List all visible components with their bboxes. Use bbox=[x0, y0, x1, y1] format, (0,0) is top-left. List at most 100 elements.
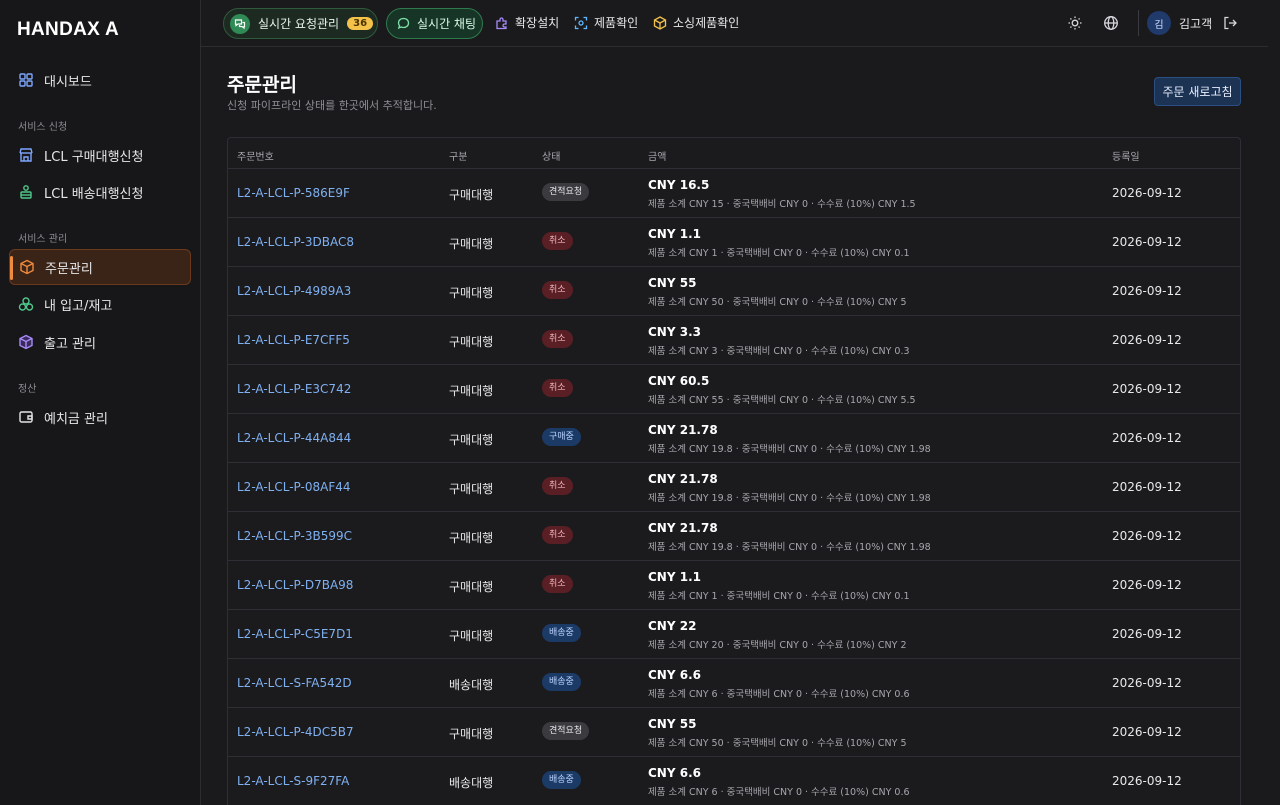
realtime-requests-button[interactable]: 실시간 요청관리 36 bbox=[223, 8, 378, 39]
registered-date: 2026-09-12 bbox=[1112, 529, 1182, 543]
sidebar-item-orders[interactable]: 주문관리 bbox=[9, 249, 191, 285]
amount-cell: CNY 21.78 제품 소계 CNY 19.8 · 중국택배비 CNY 0 · … bbox=[648, 472, 931, 504]
realtime-chat-button[interactable]: 실시간 채팅 bbox=[386, 8, 483, 39]
sidebar-item-deposit[interactable]: 예치금 관리 bbox=[9, 399, 191, 435]
order-type: 배송대행 bbox=[449, 776, 494, 790]
amount-cell: CNY 6.6 제품 소계 CNY 6 · 중국택배비 CNY 0 · 수수료 (… bbox=[648, 668, 910, 700]
amount-cell: CNY 21.78 제품 소계 CNY 19.8 · 중국택배비 CNY 0 · … bbox=[648, 423, 931, 455]
boxes-stack-icon bbox=[18, 296, 34, 312]
registered-date: 2026-09-12 bbox=[1112, 578, 1182, 592]
sourcing-check-link[interactable]: 소싱제품확인 bbox=[653, 14, 739, 31]
amount-cell: CNY 3.3 제품 소계 CNY 3 · 중국택배비 CNY 0 · 수수료 (… bbox=[648, 325, 910, 357]
order-type: 구매대행 bbox=[449, 237, 494, 251]
amount-breakdown: 제품 소계 CNY 15 · 중국택배비 CNY 0 · 수수료 (10%) C… bbox=[648, 199, 916, 210]
amount-cell: CNY 1.1 제품 소계 CNY 1 · 중국택배비 CNY 0 · 수수료 (… bbox=[648, 227, 910, 259]
amount-cell: CNY 55 제품 소계 CNY 50 · 중국택배비 CNY 0 · 수수료 (… bbox=[648, 276, 907, 308]
product-check-link[interactable]: 제품확인 bbox=[574, 14, 638, 31]
extension-install-link[interactable]: 확장설치 bbox=[495, 14, 559, 31]
topbar-divider bbox=[1138, 10, 1139, 36]
table-row[interactable]: L2-A-LCL-P-C5E7D1 구매대행 배송중 CNY 22 제품 소계 CNY … bbox=[228, 610, 1240, 659]
order-id-link[interactable]: L2-A-LCL-P-44A844 bbox=[237, 431, 351, 445]
amount-total: CNY 60.5 bbox=[648, 374, 710, 388]
order-id-link[interactable]: L2-A-LCL-P-E7CFF5 bbox=[237, 333, 350, 347]
status-badge-cell: 견적요청 bbox=[542, 183, 590, 201]
registered-date: 2026-09-12 bbox=[1112, 676, 1182, 690]
order-type: 구매대행 bbox=[449, 727, 494, 741]
amount-total: CNY 21.78 bbox=[648, 423, 718, 437]
sidebar: HANDAX A 대시보드 서비스 신청 LCL 구매대행신청 LCL 배송대행… bbox=[0, 0, 201, 805]
brand-logo[interactable]: HANDAX A bbox=[17, 19, 119, 41]
table-row[interactable]: L2-A-LCL-P-586E9F 구매대행 견적요청 CNY 16.5 제품 소계 C… bbox=[228, 169, 1240, 218]
table-row[interactable]: L2-A-LCL-P-4DC5B7 구매대행 견적요청 CNY 55 제품 소계 CNY… bbox=[228, 708, 1240, 757]
package-icon bbox=[18, 334, 34, 350]
avatar[interactable]: 김 bbox=[1147, 11, 1171, 35]
status-badge-cell: 취소 bbox=[542, 330, 573, 348]
amount-breakdown: 제품 소계 CNY 20 · 중국택배비 CNY 0 · 수수료 (10%) C… bbox=[648, 640, 907, 651]
sidebar-item-lcl-purchase[interactable]: LCL 구매대행신청 bbox=[9, 137, 191, 173]
order-id-link[interactable]: L2-A-LCL-P-586E9F bbox=[237, 186, 350, 200]
status-badge-cell: 취소 bbox=[542, 575, 573, 593]
column-header-type: 구분 bbox=[449, 152, 468, 163]
table-row[interactable]: L2-A-LCL-P-44A844 구매대행 구매중 CNY 21.78 제품 소계 C… bbox=[228, 414, 1240, 463]
amount-cell: CNY 16.5 제품 소계 CNY 15 · 중국택배비 CNY 0 · 수수료… bbox=[648, 178, 916, 210]
sidebar-item-outbound[interactable]: 출고 관리 bbox=[9, 324, 191, 360]
language-globe-icon[interactable] bbox=[1103, 15, 1119, 31]
order-id-link[interactable]: L2-A-LCL-P-3DBAC8 bbox=[237, 235, 354, 249]
amount-total: CNY 1.1 bbox=[648, 227, 701, 241]
chat-bubble-icon bbox=[397, 17, 410, 30]
table-row[interactable]: L2-A-LCL-P-3B599C 구매대행 취소 CNY 21.78 제품 소계 CN… bbox=[228, 512, 1240, 561]
table-row[interactable]: L2-A-LCL-S-9F27FA 배송대행 배송중 CNY 6.6 제품 소계 CNY… bbox=[228, 757, 1240, 805]
registered-date: 2026-09-12 bbox=[1112, 774, 1182, 788]
order-type: 구매대행 bbox=[449, 629, 494, 643]
product-check-label: 제품확인 bbox=[594, 16, 639, 30]
table-row[interactable]: L2-A-LCL-P-3DBAC8 구매대행 취소 CNY 1.1 제품 소계 CNY … bbox=[228, 218, 1240, 267]
status-badge: 취소 bbox=[542, 477, 573, 495]
status-badge: 취소 bbox=[542, 232, 573, 250]
amount-breakdown: 제품 소계 CNY 6 · 중국택배비 CNY 0 · 수수료 (10%) CN… bbox=[648, 689, 910, 700]
table-row[interactable]: L2-A-LCL-P-E3C742 구매대행 취소 CNY 60.5 제품 소계 CNY… bbox=[228, 365, 1240, 414]
order-type: 구매대행 bbox=[449, 384, 494, 398]
amount-breakdown: 제품 소계 CNY 50 · 중국택배비 CNY 0 · 수수료 (10%) C… bbox=[648, 297, 907, 308]
realtime-requests-label: 실시간 요청관리 bbox=[258, 17, 340, 31]
status-badge: 배송중 bbox=[542, 624, 581, 642]
scan-icon bbox=[574, 16, 588, 30]
registered-date: 2026-09-12 bbox=[1112, 725, 1182, 739]
table-row[interactable]: L2-A-LCL-S-FA542D 배송대행 배송중 CNY 6.6 제품 소계 CNY… bbox=[228, 659, 1240, 708]
status-badge-cell: 배송중 bbox=[542, 673, 581, 691]
page-title: 주문관리 bbox=[227, 74, 297, 96]
status-badge: 배송중 bbox=[542, 771, 581, 789]
order-id-link[interactable]: L2-A-LCL-S-FA542D bbox=[237, 676, 352, 690]
order-id-link[interactable]: L2-A-LCL-P-4989A3 bbox=[237, 284, 351, 298]
order-id-link[interactable]: L2-A-LCL-P-3B599C bbox=[237, 529, 352, 543]
theme-toggle-sun-icon[interactable] bbox=[1067, 15, 1083, 31]
order-type: 구매대행 bbox=[449, 335, 494, 349]
table-row[interactable]: L2-A-LCL-P-D7BA98 구매대행 취소 CNY 1.1 제품 소계 CNY … bbox=[228, 561, 1240, 610]
status-badge: 취소 bbox=[542, 330, 573, 348]
order-id-link[interactable]: L2-A-LCL-S-9F27FA bbox=[237, 774, 349, 788]
amount-breakdown: 제품 소계 CNY 3 · 중국택배비 CNY 0 · 수수료 (10%) CN… bbox=[648, 346, 910, 357]
table-row[interactable]: L2-A-LCL-P-E7CFF5 구매대행 취소 CNY 3.3 제품 소계 CNY … bbox=[228, 316, 1240, 365]
realtime-chat-label: 실시간 채팅 bbox=[417, 17, 477, 31]
amount-cell: CNY 22 제품 소계 CNY 20 · 중국택배비 CNY 0 · 수수료 (… bbox=[648, 619, 907, 651]
logout-icon[interactable] bbox=[1222, 15, 1238, 31]
refresh-orders-button[interactable]: 주문 새로고침 bbox=[1154, 77, 1241, 106]
table-row[interactable]: L2-A-LCL-P-08AF44 구매대행 취소 CNY 21.78 제품 소계 CN… bbox=[228, 463, 1240, 512]
order-id-link[interactable]: L2-A-LCL-P-D7BA98 bbox=[237, 578, 353, 592]
sidebar-item-label: 주문관리 bbox=[45, 261, 93, 277]
dashboard-grid-icon bbox=[18, 72, 34, 88]
box-icon bbox=[19, 259, 35, 275]
sidebar-item-label: 예치금 관리 bbox=[44, 411, 108, 427]
order-id-link[interactable]: L2-A-LCL-P-E3C742 bbox=[237, 382, 351, 396]
order-id-link[interactable]: L2-A-LCL-P-08AF44 bbox=[237, 480, 350, 494]
registered-date: 2026-09-12 bbox=[1112, 431, 1182, 445]
status-badge-cell: 취소 bbox=[542, 477, 573, 495]
sidebar-item-dashboard[interactable]: 대시보드 bbox=[9, 62, 191, 98]
sidebar-item-inventory[interactable]: 내 입고/재고 bbox=[9, 286, 191, 322]
sidebar-item-lcl-shipping[interactable]: LCL 배송대행신청 bbox=[9, 174, 191, 210]
table-row[interactable]: L2-A-LCL-P-4989A3 구매대행 취소 CNY 55 제품 소계 CNY 5… bbox=[228, 267, 1240, 316]
order-id-link[interactable]: L2-A-LCL-P-4DC5B7 bbox=[237, 725, 354, 739]
wallet-icon bbox=[18, 409, 34, 425]
shipping-person-icon bbox=[18, 184, 34, 200]
order-id-link[interactable]: L2-A-LCL-P-C5E7D1 bbox=[237, 627, 353, 641]
username[interactable]: 김고객 bbox=[1179, 15, 1212, 32]
